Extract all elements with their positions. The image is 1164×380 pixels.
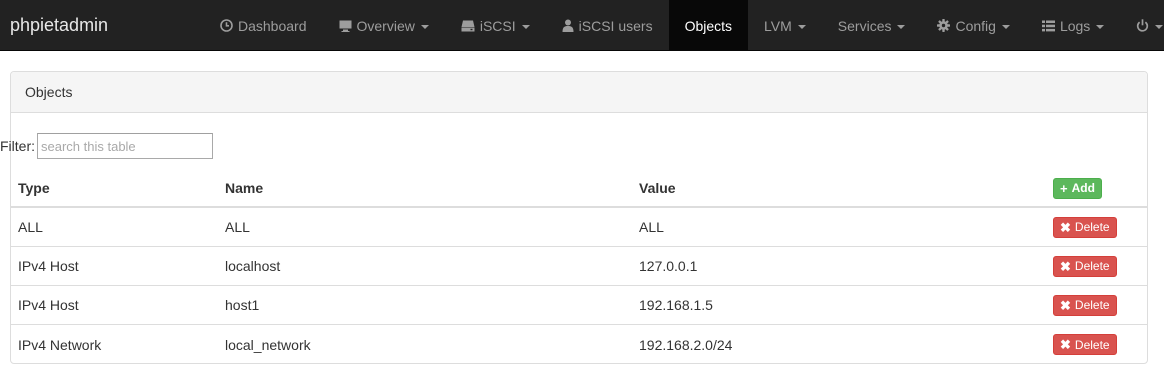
delete-button-label: Delete	[1074, 220, 1110, 234]
cell-value: ALL	[639, 219, 664, 235]
cell-name: local_network	[225, 336, 311, 353]
nav-iscsi[interactable]: iSCSI	[445, 0, 546, 51]
nav-overview-label: Overview	[356, 17, 415, 34]
table-header: Type Name Value + Add	[10, 170, 1147, 208]
chevron-down-icon	[420, 24, 429, 29]
close-icon: ✖	[1060, 297, 1071, 313]
user-icon	[562, 19, 574, 32]
chevron-down-icon	[1096, 24, 1105, 29]
harddrive-icon	[461, 20, 475, 32]
nav-dashboard-label: Dashboard	[238, 17, 307, 34]
nav-dashboard[interactable]: Dashboard	[204, 0, 323, 51]
table-row: IPv4 Network local_network 192.168.2.0/2…	[10, 325, 1147, 364]
nav-overview[interactable]: Overview	[323, 0, 445, 51]
column-header-type[interactable]: Type	[18, 180, 50, 196]
gear-icon	[937, 19, 951, 32]
table-row: IPv4 Host localhost 127.0.0.1 ✖ Delete	[10, 247, 1147, 286]
delete-button[interactable]: ✖ Delete	[1053, 216, 1117, 238]
delete-button[interactable]: ✖ Delete	[1053, 334, 1117, 355]
add-button-label: Add	[1071, 181, 1095, 195]
objects-table: Type Name Value + Add ALL ALL ALL ✖ Dele…	[10, 170, 1147, 364]
table-filter: Filter:	[0, 133, 213, 159]
nav-logs[interactable]: Logs	[1026, 0, 1120, 51]
nav-iscsi-users[interactable]: iSCSI users	[546, 0, 669, 51]
nav-objects[interactable]: Objects	[668, 0, 749, 51]
cell-name: ALL	[225, 219, 250, 235]
dashboard-icon	[220, 19, 233, 32]
column-header-value[interactable]: Value	[639, 180, 676, 196]
chevron-down-icon	[1155, 24, 1164, 29]
plus-icon: +	[1060, 180, 1068, 196]
chevron-down-icon	[897, 24, 906, 29]
delete-button-label: Delete	[1074, 337, 1110, 352]
panel-title: Objects	[11, 72, 1147, 113]
search-input[interactable]	[37, 133, 213, 159]
close-icon: ✖	[1060, 337, 1071, 352]
delete-button[interactable]: ✖ Delete	[1053, 255, 1117, 277]
main-nav: Dashboard Overview iSCSI iSCSI users Obj…	[204, 0, 1164, 51]
nav-logs-label: Logs	[1059, 17, 1091, 34]
add-button-wrap: + Add	[1053, 177, 1102, 199]
nav-services[interactable]: Services	[822, 0, 922, 51]
chevron-down-icon	[1001, 24, 1010, 29]
cell-type: IPv4 Host	[18, 297, 79, 313]
nav-iscsi-label: iSCSI	[479, 17, 516, 34]
close-icon: ✖	[1060, 219, 1071, 235]
cell-type: ALL	[18, 219, 43, 235]
brand-title[interactable]: phpietadmin	[10, 14, 108, 36]
nav-services-label: Services	[837, 17, 892, 34]
cell-name: localhost	[225, 258, 281, 274]
row-actions: ✖ Delete	[1053, 294, 1117, 316]
nav-objects-label: Objects	[684, 17, 733, 34]
cell-value: 192.168.2.0/24	[639, 336, 733, 353]
power-icon	[1136, 19, 1149, 32]
table-row: ALL ALL ALL ✖ Delete	[10, 208, 1147, 247]
cell-type: IPv4 Network	[18, 336, 102, 353]
row-actions: ✖ Delete	[1053, 216, 1117, 238]
cell-value: 127.0.0.1	[639, 258, 698, 274]
cell-value: 192.168.1.5	[639, 297, 713, 313]
nav-power[interactable]	[1120, 0, 1164, 51]
filter-label: Filter:	[0, 138, 35, 154]
top-navbar: phpietadmin Dashboard Overview iSCSI iSC…	[0, 0, 1164, 51]
nav-lvm-label: LVM	[764, 17, 792, 34]
table-row: IPv4 Host host1 192.168.1.5 ✖ Delete	[10, 286, 1147, 325]
chevron-down-icon	[521, 24, 530, 29]
list-icon	[1041, 20, 1055, 32]
delete-button-label: Delete	[1074, 259, 1110, 273]
add-button[interactable]: + Add	[1053, 177, 1102, 199]
nav-lvm[interactable]: LVM	[748, 0, 822, 51]
nav-config[interactable]: Config	[921, 0, 1025, 51]
column-header-name[interactable]: Name	[225, 180, 263, 196]
row-actions: ✖ Delete	[1053, 255, 1117, 277]
nav-config-label: Config	[955, 17, 996, 34]
delete-button[interactable]: ✖ Delete	[1053, 294, 1117, 316]
delete-button-label: Delete	[1074, 298, 1110, 312]
cell-type: IPv4 Host	[18, 258, 79, 274]
nav-iscsi-users-label: iSCSI users	[578, 17, 653, 34]
chevron-down-icon	[797, 24, 806, 29]
row-actions: ✖ Delete	[1053, 334, 1117, 355]
cell-name: host1	[225, 297, 260, 313]
monitor-icon	[339, 20, 352, 32]
close-icon: ✖	[1060, 258, 1071, 274]
